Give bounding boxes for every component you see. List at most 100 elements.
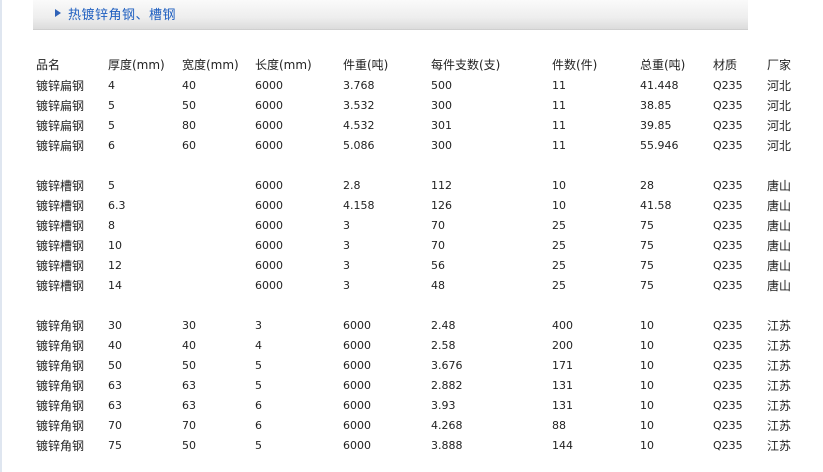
table-cell: 镀锌角钢: [36, 319, 85, 333]
table-cell: Q235: [713, 179, 743, 192]
table-cell: 10: [640, 379, 654, 392]
table-cell: 25: [552, 259, 566, 272]
table-cell: Q235: [713, 199, 743, 212]
table-cell: 江苏: [767, 439, 792, 453]
table-cell: 5: [255, 439, 262, 452]
table-cell: 镀锌槽钢: [36, 219, 85, 233]
table-cell: 镀锌槽钢: [36, 179, 85, 193]
table-cell: 10: [640, 359, 654, 372]
table-cell: 镀锌槽钢: [36, 259, 85, 273]
table-cell: 55.946: [640, 139, 679, 152]
table-row: 镀锌角钢 30 30 3 6000 2.48 400 10 Q235 江苏: [36, 316, 797, 336]
table-cell: 5: [108, 179, 115, 192]
table-cell: 江苏: [767, 399, 792, 413]
table-cell: Q235: [713, 119, 743, 132]
table-cell: 2.58: [431, 339, 456, 352]
table-cell: 80: [182, 119, 196, 132]
table-cell: 6000: [255, 219, 283, 232]
table-cell: 5: [108, 119, 115, 132]
table-cell: 江苏: [767, 419, 792, 433]
table-cell: 25: [552, 239, 566, 252]
table-row: 镀锌扁钢 5 50 6000 3.532 300 11 38.85 Q235 河北: [36, 96, 797, 116]
table-cell: Q235: [713, 419, 743, 432]
table-cell: 唐山: [767, 239, 792, 253]
table-cell: 唐山: [767, 219, 792, 233]
table-cell: 6000: [343, 359, 371, 372]
table-cell: 5.086: [343, 139, 375, 152]
table-cell: 镀锌角钢: [36, 399, 85, 413]
table-row: 镀锌槽钢 5 6000 2.8 112 10 28 Q235 唐山: [36, 176, 797, 196]
table-cell: 38.85: [640, 99, 672, 112]
table-cell: 河北: [767, 139, 792, 153]
table-cell: Q235: [713, 379, 743, 392]
table-cell: 6000: [255, 179, 283, 192]
table-cell: 63: [182, 379, 196, 392]
table-cell: 30: [108, 319, 122, 332]
table-row: 镀锌槽钢 6.3 6000 4.158 126 10 41.58 Q235 唐山: [36, 196, 797, 216]
table-cell: 11: [552, 139, 566, 152]
column-header: 材质: [713, 58, 738, 72]
table-cell: 3: [343, 239, 350, 252]
column-header: 品名: [36, 58, 61, 72]
table-body: 镀锌扁钢 4 40 6000 3.768 500 11 41.448 Q235 河北 镀锌扁钢 5 50…: [36, 76, 797, 456]
table-cell: [182, 256, 255, 276]
table-cell: 6000: [343, 379, 371, 392]
table-cell: 112: [431, 179, 452, 192]
table-cell: 131: [552, 399, 573, 412]
table-row: 镀锌扁钢 5 80 6000 4.532 301 11 39.85 Q235 河北: [36, 116, 797, 136]
column-header: 宽度(mm): [182, 58, 239, 72]
table-cell: Q235: [713, 219, 743, 232]
table-cell: 75: [640, 279, 654, 292]
table-cell: 41.58: [640, 199, 672, 212]
table-row: 镀锌扁钢 4 40 6000 3.768 500 11 41.448 Q235 河北: [36, 76, 797, 96]
table-cell: 唐山: [767, 259, 792, 273]
table-cell: 6000: [255, 139, 283, 152]
table-cell: 70: [182, 419, 196, 432]
table-cell: 6.3: [108, 199, 126, 212]
table-cell: 6: [108, 139, 115, 152]
table-cell: 4: [108, 79, 115, 92]
table-cell: 14: [108, 279, 122, 292]
table-cell: [182, 176, 255, 196]
table-cell: 400: [552, 319, 573, 332]
table-cell: 镀锌槽钢: [36, 199, 85, 213]
table-cell: 镀锌角钢: [36, 359, 85, 373]
table-row: 镀锌角钢 75 50 5 6000 3.888 144 10 Q235 江苏: [36, 436, 797, 456]
table-cell: 镀锌扁钢: [36, 139, 85, 153]
table-cell: 11: [552, 99, 566, 112]
table-cell: 48: [431, 279, 445, 292]
table-cell: 30: [182, 319, 196, 332]
table-cell: 4.158: [343, 199, 375, 212]
section-title: 热镀锌角钢、槽钢: [68, 8, 177, 23]
table-cell: 河北: [767, 119, 792, 133]
table-cell: 10: [640, 319, 654, 332]
table-cell: 88: [552, 419, 566, 432]
table-cell: 70: [431, 219, 445, 232]
table-cell: 500: [431, 79, 452, 92]
column-header: 件数(件): [552, 58, 598, 72]
table-cell: 唐山: [767, 179, 792, 193]
table-cell: 江苏: [767, 339, 792, 353]
table-cell: 28: [640, 179, 654, 192]
table-cell: 40: [108, 339, 122, 352]
table-cell: 镀锌扁钢: [36, 119, 85, 133]
table-cell: Q235: [713, 239, 743, 252]
table-cell: 75: [640, 219, 654, 232]
table-cell: Q235: [713, 279, 743, 292]
table-cell: 镀锌角钢: [36, 339, 85, 353]
table-cell: 63: [108, 379, 122, 392]
table-cell: 6000: [255, 119, 283, 132]
table-cell: 75: [108, 439, 122, 452]
table-cell: 6000: [255, 279, 283, 292]
group-spacer: [36, 156, 797, 176]
table-cell: 4: [255, 339, 262, 352]
table-cell: 131: [552, 379, 573, 392]
table-cell: 3.768: [343, 79, 375, 92]
table-cell: 12: [108, 259, 122, 272]
table-cell: Q235: [713, 319, 743, 332]
table-row: 镀锌角钢 70 70 6 6000 4.268 88 10 Q235 江苏: [36, 416, 797, 436]
table-cell: 40: [182, 79, 196, 92]
table-row: 镀锌扁钢 6 60 6000 5.086 300 11 55.946 Q235 河北: [36, 136, 797, 156]
table-cell: Q235: [713, 139, 743, 152]
table-cell: 河北: [767, 99, 792, 113]
